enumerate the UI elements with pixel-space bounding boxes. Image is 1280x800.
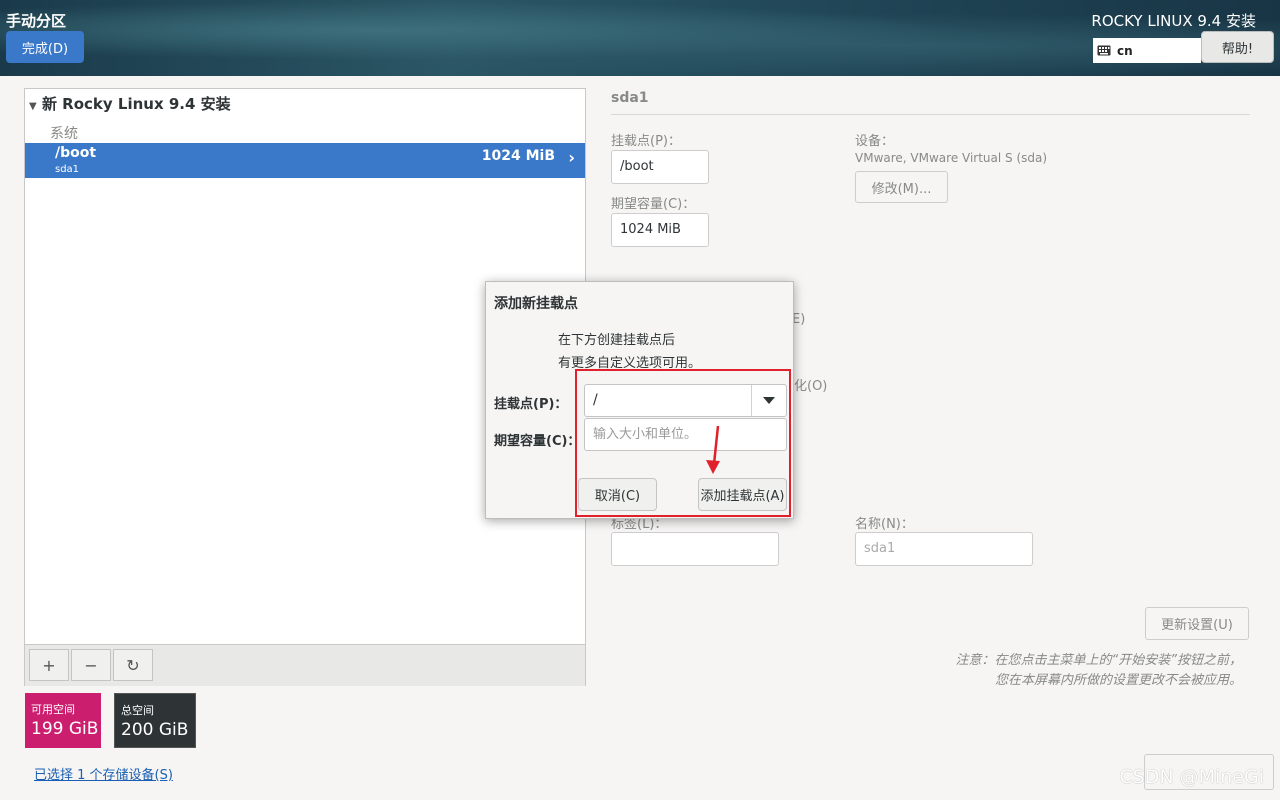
expander-triangle-icon: ▼ — [29, 101, 37, 112]
available-space-value: 199 GiB — [31, 719, 99, 739]
annotation-arrow-icon — [706, 425, 720, 474]
add-partition-button[interactable]: + — [29, 649, 69, 681]
settings-note: 注意：在您点击主菜单上的“开始安装”按钮之前， 您在本屏幕内所做的设置更改不会被… — [956, 651, 1242, 691]
header-bar: 手动分区 完成(D) ROCKY LINUX 9.4 安装 cn 帮助! — [0, 0, 1280, 76]
keyboard-layout-indicator[interactable]: cn — [1093, 38, 1201, 63]
watermark: CSDN @MineGi — [1119, 766, 1264, 788]
keyboard-icon — [1097, 45, 1111, 56]
total-space-value: 200 GiB — [121, 720, 189, 740]
capacity-label: 期望容量(C)： — [611, 197, 696, 212]
keyboard-layout-label: cn — [1117, 43, 1133, 58]
available-space-box: 可用空间 199 GiB — [25, 693, 101, 748]
name-label: 名称(N)： — [855, 517, 914, 532]
capacity-field[interactable]: 1024 MiB — [611, 213, 709, 247]
note-line-1: 注意：在您点击主菜单上的“开始安装”按钮之前， — [955, 653, 1242, 668]
installation-expander[interactable]: ▼ 新 Rocky Linux 9.4 安装 — [29, 93, 231, 114]
installation-title: 新 Rocky Linux 9.4 安装 — [41, 95, 231, 113]
mount-point-field[interactable]: /boot — [611, 150, 709, 184]
reformat-label-partial: 化(O) — [794, 379, 828, 394]
remove-partition-button[interactable]: − — [71, 649, 111, 681]
annotation-highlight-box — [575, 369, 791, 517]
done-button[interactable]: 完成(D) — [6, 31, 84, 63]
system-group-label: 系统 — [50, 126, 78, 142]
update-settings-button[interactable]: 更新设置(U) — [1145, 607, 1249, 640]
help-button[interactable]: 帮助! — [1201, 31, 1274, 63]
total-space-box: 总空间 200 GiB — [114, 693, 196, 748]
name-field[interactable]: sda1 — [855, 532, 1033, 566]
dialog-title: 添加新挂载点 — [494, 296, 578, 312]
distro-title: ROCKY LINUX 9.4 安装 — [1091, 12, 1256, 30]
partition-mount: /boot — [55, 145, 97, 161]
mount-point-label: 挂载点(P)： — [611, 134, 681, 149]
available-space-label: 可用空间 — [31, 703, 75, 716]
partition-row-boot[interactable]: /boot sda1 1024 MiB › — [25, 143, 585, 178]
dialog-description-line-1: 在下方创建挂载点后 — [558, 333, 676, 348]
note-line-2: 您在本屏幕内所做的设置更改不会被应用。 — [994, 673, 1242, 688]
modify-button[interactable]: 修改(M)... — [855, 171, 948, 203]
partition-device: sda1 — [55, 164, 80, 175]
refresh-button[interactable]: ↻ — [113, 649, 153, 681]
tag-field[interactable] — [611, 532, 779, 566]
storage-devices-link[interactable]: 已选择 1 个存储设备(S) — [34, 764, 173, 783]
partition-toolbar: + − ↻ — [25, 644, 585, 686]
dialog-mount-point-label: 挂载点(P)： — [494, 397, 568, 412]
total-space-label: 总空间 — [121, 704, 154, 717]
divider — [611, 114, 1250, 115]
device-label: 设备： — [855, 134, 895, 149]
spoke-title: 手动分区 — [6, 12, 67, 30]
dialog-capacity-label: 期望容量(C)： — [494, 434, 581, 449]
chevron-right-icon: › — [568, 148, 575, 167]
partition-detail-title: sda1 — [611, 90, 649, 106]
device-value: VMware, VMware Virtual S (sda) — [855, 151, 1048, 165]
partition-size: 1024 MiB — [481, 148, 555, 164]
